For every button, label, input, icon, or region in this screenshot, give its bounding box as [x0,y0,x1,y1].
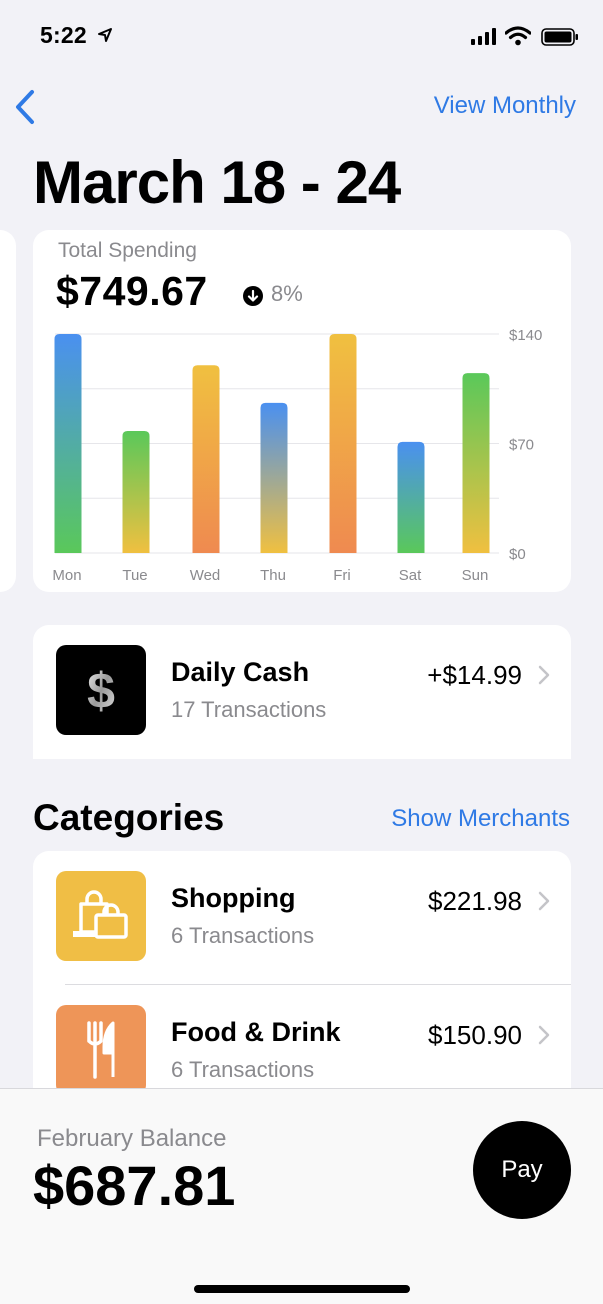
bar-fri[interactable] [329,334,357,553]
categories-list: Shopping 6 Transactions $221.98 Food & D… [33,851,571,1111]
y-tick-label: $140 [509,327,542,344]
daily-cash-subtitle: 17 Transactions [171,697,327,722]
location-arrow-icon [98,28,112,42]
chevron-right-icon [538,1025,550,1045]
balance-value: $687.81 [33,1154,236,1217]
x-tick-label: Tue [122,567,147,584]
daily-cash-icon: $ [56,645,146,735]
chevron-right-icon [538,665,550,685]
bar-thu[interactable] [260,402,288,553]
pay-button[interactable]: Pay [473,1121,571,1219]
bar-tue[interactable] [122,430,150,553]
y-tick-label: $70 [509,437,534,454]
x-tick-label: Sun [462,567,489,584]
chevron-right-icon [538,891,550,911]
category-amount: $150.90 [428,1020,522,1050]
daily-cash-amount: +$14.99 [427,660,522,690]
category-row-shopping[interactable]: Shopping 6 Transactions $221.98 [33,851,571,985]
x-tick-label: Sat [399,567,422,584]
fork-knife-icon [56,1005,146,1095]
cellular-signal-icon [471,27,496,45]
categories-heading: Categories [33,797,225,838]
status-bar: 5:22 [0,0,603,70]
bar-wed[interactable] [192,365,220,553]
category-name: Shopping [171,883,296,913]
show-merchants-button[interactable]: Show Merchants [391,805,570,833]
x-tick-label: Wed [190,567,221,584]
weekly-spending-chart: $140 $70 $0 Mon Tue Wed Thu Fri Sat Sun [52,327,542,584]
dollar-sign-symbol: $ [87,663,115,718]
bar-sat[interactable] [397,441,425,553]
status-time: 5:22 [40,22,87,48]
x-tick-label: Mon [52,567,81,584]
wifi-icon [505,26,531,46]
category-amount: $221.98 [428,886,522,916]
shopping-bags-icon [56,871,146,961]
y-tick-label: $0 [509,546,526,563]
total-spending-card[interactable]: Total Spending $749.67 8% $140 $70 $0 Mon Tu… [33,230,571,592]
previous-week-card-peek[interactable] [0,230,16,592]
x-tick-label: Thu [260,567,286,584]
back-chevron-icon[interactable] [10,86,42,128]
bar-mon[interactable] [54,334,82,553]
daily-cash-title: Daily Cash [171,657,310,687]
category-name: Food & Drink [171,1017,341,1047]
category-transactions: 6 Transactions [171,1057,315,1082]
view-monthly-button[interactable]: View Monthly [434,92,576,120]
daily-cash-row[interactable]: $ Daily Cash 17 Transactions +$14.99 [33,625,571,759]
page-title: March 18 - 24 [33,149,401,216]
balance-bar: February Balance $687.81 Pay [0,1088,603,1304]
balance-label: February Balance [37,1125,227,1152]
x-tick-label: Fri [333,567,351,584]
battery-icon [541,28,578,46]
bar-sun[interactable] [462,373,490,553]
home-indicator[interactable] [194,1285,410,1293]
category-transactions: 6 Transactions [171,923,315,948]
